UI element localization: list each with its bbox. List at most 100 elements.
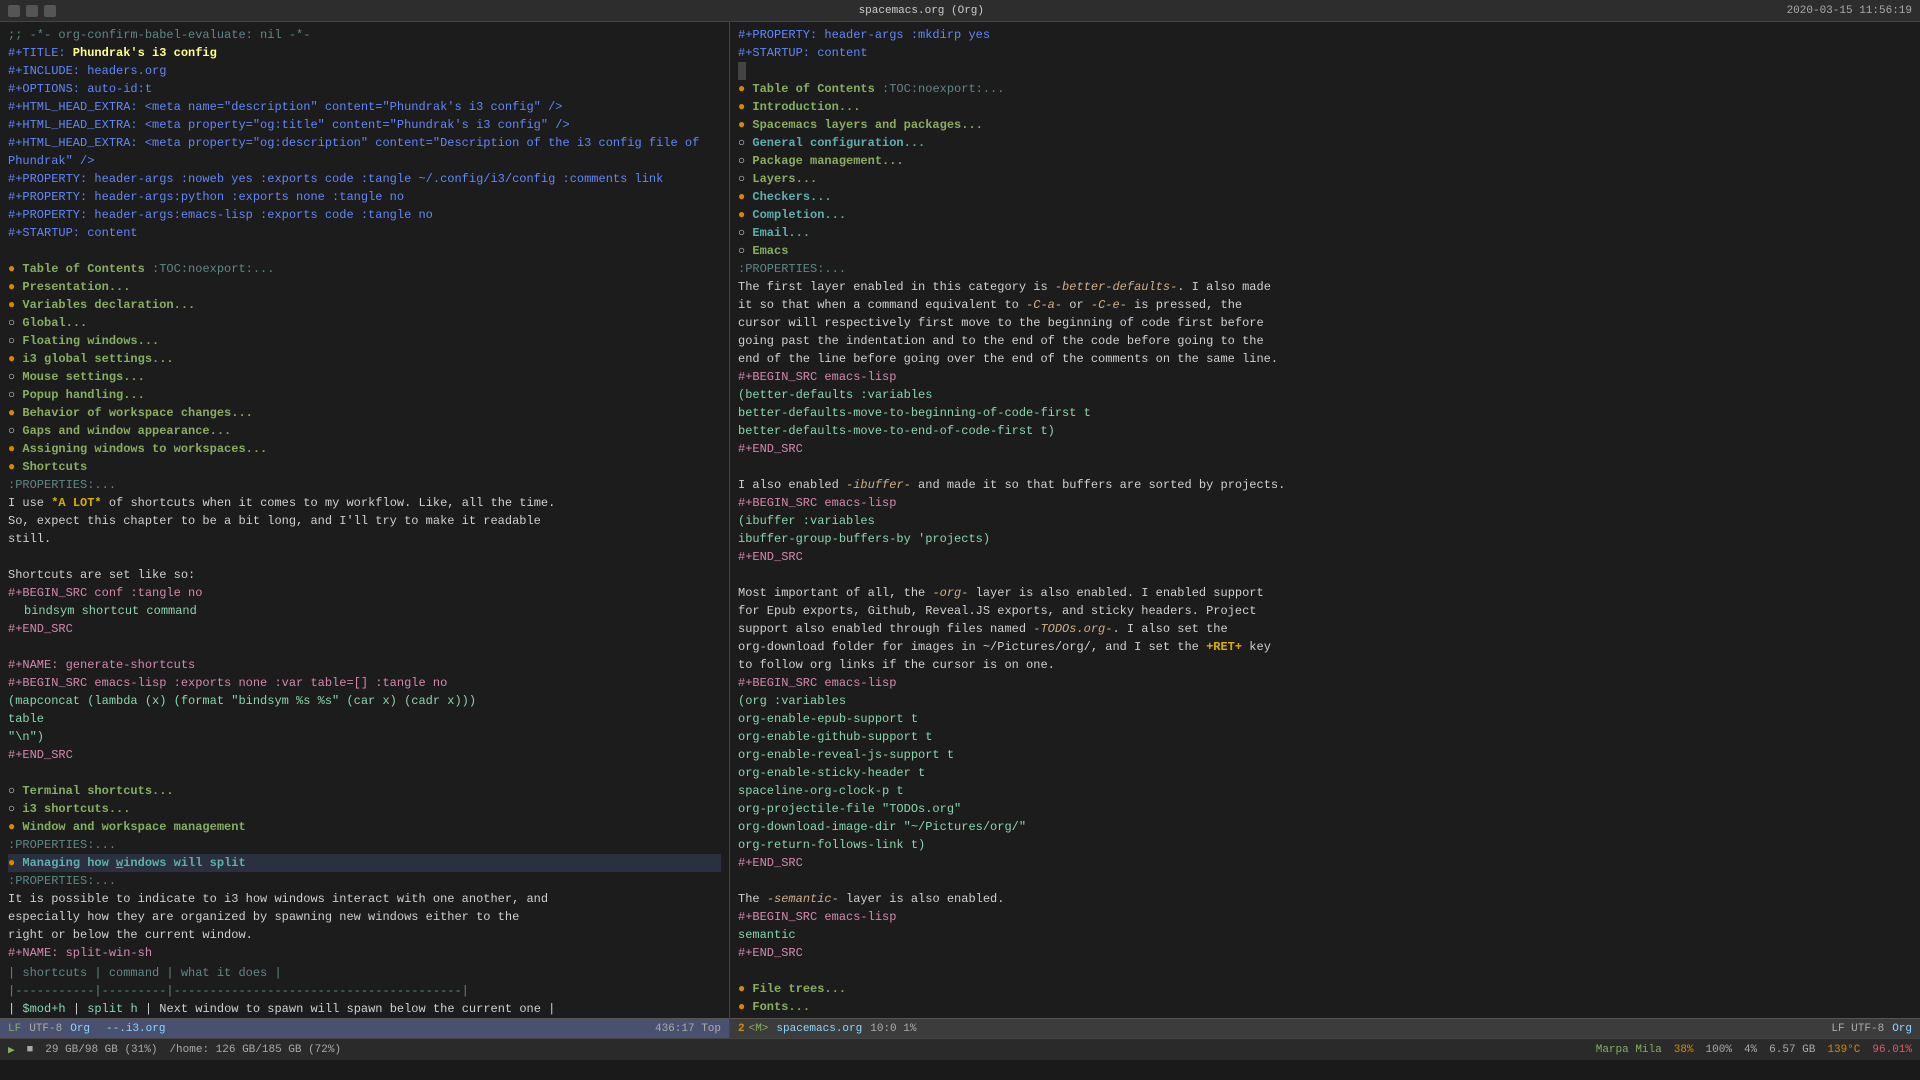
- line-shortcuts: ● Shortcuts: [8, 458, 721, 476]
- r-org-desc2: for Epub exports, Github, Reveal.JS expo…: [738, 602, 1912, 620]
- r-org-desc3: support also enabled through files named…: [738, 620, 1912, 638]
- r-line-prop1: #+PROPERTY: header-args :mkdirp yes: [738, 26, 1912, 44]
- title-bar: spacemacs.org (Org) 2020-03-15 11:56:19: [0, 0, 1920, 22]
- r-line-general: ○ General configuration...: [738, 134, 1912, 152]
- r-line-emacs: ○ Emacs: [738, 242, 1912, 260]
- bottom-right: Marpa Mila 38% 100% 4% 6.57 GB 139°C 96.…: [1596, 1044, 1912, 1056]
- r-code2: better-defaults-move-to-beginning-of-cod…: [738, 404, 1912, 422]
- right-status-position: 10:0 1%: [870, 1023, 916, 1035]
- r-line-startup: #+STARTUP: content: [738, 44, 1912, 62]
- left-status-filename: --.i3.org: [106, 1023, 165, 1035]
- table-container: | shortcuts | command | what it does | |…: [8, 964, 721, 1018]
- r-semantic-desc: The -semantic- layer is also enabled.: [738, 890, 1912, 908]
- r-endsrc3: #+END_SRC: [738, 854, 1912, 872]
- line-title: #+TITLE: Phundrak's i3 config: [8, 44, 721, 62]
- line-i3shortcuts: ○ i3 shortcuts...: [8, 800, 721, 818]
- line-options: #+OPTIONS: auto-id:t: [8, 80, 721, 98]
- bottom-stop-icon[interactable]: ■: [27, 1044, 34, 1056]
- bottom-bar: ▶ ■ 29 GB/98 GB (31%) /home: 126 GB/185 …: [0, 1038, 1920, 1060]
- line-shortcuts-set: Shortcuts are set like so:: [8, 566, 721, 584]
- line-name: #+NAME: generate-shortcuts: [8, 656, 721, 674]
- bottom-user: Marpa Mila: [1596, 1044, 1662, 1056]
- line-empty1: [8, 242, 721, 260]
- r-desc3: cursor will respectively first move to t…: [738, 314, 1912, 332]
- close-btn[interactable]: [44, 5, 56, 17]
- title-bar-left: [8, 5, 56, 17]
- r-src2: #+BEGIN_SRC emacs-lisp: [738, 494, 1912, 512]
- maximize-btn[interactable]: [26, 5, 38, 17]
- right-status-linenum: 2: [738, 1023, 745, 1035]
- r-code7: org-enable-epub-support t: [738, 710, 1912, 728]
- r-empty2: [738, 566, 1912, 584]
- line-terminal: ○ Terminal shortcuts...: [8, 782, 721, 800]
- r-code11: spaceline-org-clock-p t: [738, 782, 1912, 800]
- r-code10: org-enable-sticky-header t: [738, 764, 1912, 782]
- right-status-mode-indicator: <M>: [749, 1023, 769, 1035]
- r-org-desc5: to follow org links if the cursor is on …: [738, 656, 1912, 674]
- line-prop2: #+PROPERTY: header-args:python :exports …: [8, 188, 721, 206]
- left-status-encoding: UTF-8: [29, 1023, 62, 1035]
- r-code3: better-defaults-move-to-end-of-code-firs…: [738, 422, 1912, 440]
- r-code12: org-projectile-file "TODOs.org": [738, 800, 1912, 818]
- line-comment1: ;; -*- org-confirm-babel-evaluate: nil -…: [8, 26, 721, 44]
- left-status-mode: LF: [8, 1023, 21, 1035]
- minimize-btn[interactable]: [8, 5, 20, 17]
- line-name2: #+NAME: split-win-sh: [8, 944, 721, 962]
- line-prop-shortcuts: :PROPERTIES:...: [8, 476, 721, 494]
- r-org-desc4: org-download folder for images in ~/Pict…: [738, 638, 1912, 656]
- left-status-major: Org: [70, 1023, 90, 1035]
- line-popup: ○ Popup handling...: [8, 386, 721, 404]
- right-pane-content[interactable]: #+PROPERTY: header-args :mkdirp yes #+ST…: [730, 22, 1920, 1018]
- r-desc5: end of the line before going over the en…: [738, 350, 1912, 368]
- r-line-package: ○ Package management...: [738, 152, 1912, 170]
- bottom-percent1: 38%: [1674, 1044, 1694, 1056]
- r-code5: ibuffer-group-buffers-by 'projects): [738, 530, 1912, 548]
- line-shortcuts-desc3: still.: [8, 530, 721, 548]
- line-html2: #+HTML_HEAD_EXTRA: <meta property="og:ti…: [8, 116, 721, 134]
- bottom-temp: 139°C: [1827, 1044, 1860, 1056]
- r-code8: org-enable-github-support t: [738, 728, 1912, 746]
- line-gaps: ○ Gaps and window appearance...: [8, 422, 721, 440]
- line-behavior: ● Behavior of workspace changes...: [8, 404, 721, 422]
- line-managing: ● Managing how windows will split: [8, 854, 721, 872]
- line-bindsym: bindsym shortcut command: [8, 602, 721, 620]
- r-code9: org-enable-reveal-js-support t: [738, 746, 1912, 764]
- line-assigning: ● Assigning windows to workspaces...: [8, 440, 721, 458]
- line-presentation: ● Presentation...: [8, 278, 721, 296]
- line-startup: #+STARTUP: content: [8, 224, 721, 242]
- line-desc1: It is possible to indicate to i3 how win…: [8, 890, 721, 908]
- line-prop-windowmgmt: :PROPERTIES:...: [8, 836, 721, 854]
- datetime: 2020-03-15 11:56:19: [1787, 5, 1912, 17]
- left-pane: ;; -*- org-confirm-babel-evaluate: nil -…: [0, 22, 730, 1038]
- line-floating: ○ Floating windows...: [8, 332, 721, 350]
- bottom-play-icon[interactable]: ▶: [8, 1043, 15, 1057]
- r-src1: #+BEGIN_SRC emacs-lisp: [738, 368, 1912, 386]
- line-newline: "\n"): [8, 728, 721, 746]
- r-line-checkers: ● Checkers...: [738, 188, 1912, 206]
- line-html1: #+HTML_HEAD_EXTRA: <meta name="descripti…: [8, 98, 721, 116]
- r-endsrc4: #+END_SRC: [738, 944, 1912, 962]
- line-endsrc2: #+END_SRC: [8, 746, 721, 764]
- r-endsrc2: #+END_SRC: [738, 548, 1912, 566]
- bottom-cpu: 96.01%: [1872, 1044, 1912, 1056]
- r-line-completion: ● Completion...: [738, 206, 1912, 224]
- bottom-percent3: 4%: [1744, 1044, 1757, 1056]
- line-mouse: ○ Mouse settings...: [8, 368, 721, 386]
- r-empty3: [738, 872, 1912, 890]
- left-status-position: 436:17 Top: [655, 1023, 721, 1035]
- right-pane: #+PROPERTY: header-args :mkdirp yes #+ST…: [730, 22, 1920, 1038]
- line-endsrc1: #+END_SRC: [8, 620, 721, 638]
- line-shortcuts-desc2: So, expect this chapter to be a bit long…: [8, 512, 721, 530]
- r-line-spacemacs: ● Spacemacs layers and packages...: [738, 116, 1912, 134]
- left-pane-content[interactable]: ;; -*- org-confirm-babel-evaluate: nil -…: [0, 22, 729, 1018]
- line-windowmgmt: ● Window and workspace management: [8, 818, 721, 836]
- bottom-disk2: /home: 126 GB/185 GB (72%): [169, 1044, 341, 1056]
- r-line-intro: ● Introduction...: [738, 98, 1912, 116]
- bottom-percent2: 100%: [1706, 1044, 1732, 1056]
- line-include: #+INCLUDE: headers.org: [8, 62, 721, 80]
- line-mapconcat: (mapconcat (lambda (x) (format "bindsym …: [8, 692, 721, 710]
- line-empty2: [8, 548, 721, 566]
- r-src4: #+BEGIN_SRC emacs-lisp: [738, 908, 1912, 926]
- r-desc2: it so that when a command equivalent to …: [738, 296, 1912, 314]
- line-desc3: right or below the current window.: [8, 926, 721, 944]
